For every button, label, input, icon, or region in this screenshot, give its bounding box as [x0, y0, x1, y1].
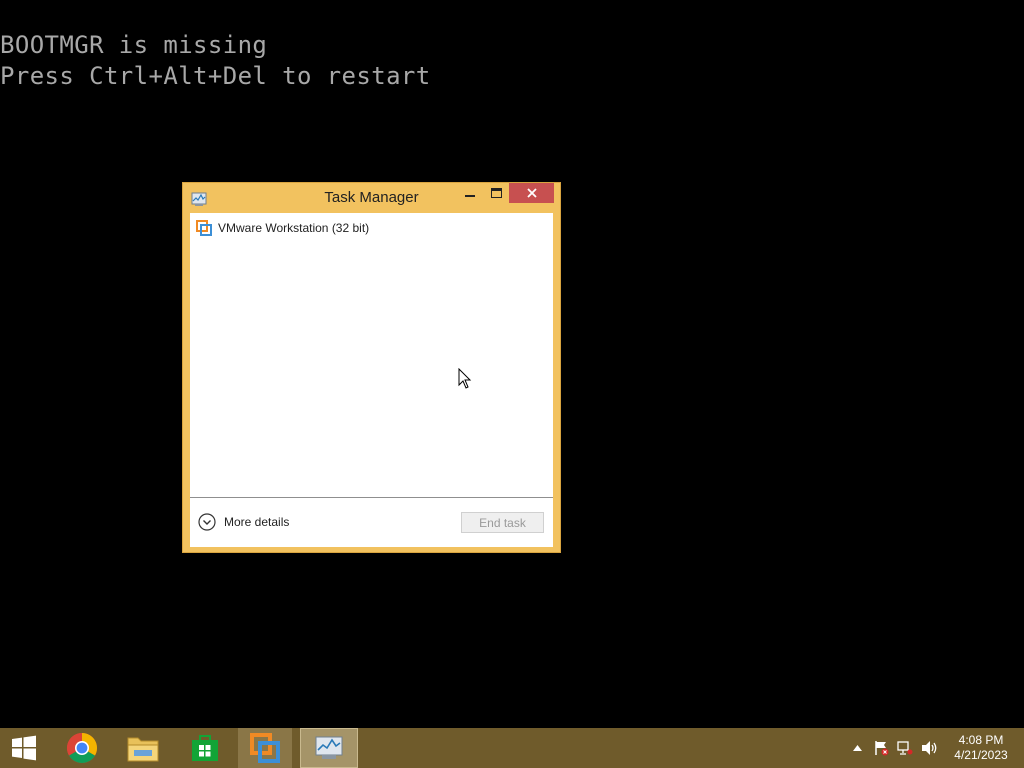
task-manager-icon — [315, 736, 343, 759]
title-bar[interactable]: Task Manager — [183, 183, 560, 213]
clock-time: 4:08 PM — [958, 733, 1004, 747]
process-list[interactable]: VMware Workstation (32 bit) — [190, 213, 553, 497]
taskbar-chrome[interactable] — [56, 728, 108, 768]
taskbar: 4:08 PM 4/21/2023 — [0, 728, 1024, 768]
taskbar-file-explorer[interactable] — [116, 728, 170, 768]
store-icon — [192, 735, 218, 761]
boot-error-line-1: BOOTMGR is missing — [0, 31, 268, 59]
window-content: VMware Workstation (32 bit) More details… — [190, 213, 553, 547]
action-center-button[interactable] — [872, 728, 890, 768]
boot-error-text: BOOTMGR is missing Press Ctrl+Alt+Del to… — [0, 30, 431, 92]
chevron-down-icon — [198, 513, 216, 531]
minimize-button[interactable] — [459, 183, 481, 203]
boot-error-line-2: Press Ctrl+Alt+Del to restart — [0, 62, 431, 90]
taskbar-task-manager[interactable] — [300, 728, 358, 768]
windows-logo-icon — [12, 735, 36, 761]
list-item[interactable]: VMware Workstation (32 bit) — [196, 219, 496, 237]
clock-date: 4/21/2023 — [954, 748, 1008, 762]
vmware-icon — [196, 220, 212, 236]
volume-icon — [922, 741, 937, 755]
chevron-up-icon — [852, 745, 862, 751]
end-task-button[interactable]: End task — [461, 512, 544, 533]
show-hidden-icons-button[interactable] — [850, 728, 864, 768]
taskbar-clock[interactable]: 4:08 PM 4/21/2023 — [944, 733, 1018, 763]
task-manager-window: Task Manager VMware Workstation (32 bit)… — [182, 182, 561, 553]
chrome-icon — [66, 733, 98, 764]
network-button[interactable] — [896, 728, 914, 768]
more-details-button[interactable]: More details — [198, 513, 289, 531]
maximize-icon — [490, 188, 502, 198]
more-details-label: More details — [224, 515, 290, 529]
volume-button[interactable] — [920, 728, 940, 768]
network-icon — [897, 741, 913, 755]
window-footer: More details End task — [190, 498, 553, 547]
minimize-icon — [465, 195, 475, 197]
close-icon — [526, 188, 537, 198]
folder-icon — [127, 737, 159, 762]
process-name: VMware Workstation (32 bit) — [218, 221, 370, 235]
maximize-button[interactable] — [485, 183, 507, 203]
start-button[interactable] — [0, 728, 48, 768]
mouse-cursor-icon — [458, 368, 472, 389]
vmware-icon — [250, 733, 280, 763]
close-button[interactable] — [509, 183, 554, 203]
flag-alert-icon — [875, 741, 889, 756]
taskbar-store[interactable] — [178, 728, 232, 768]
taskbar-vmware[interactable] — [238, 728, 292, 768]
